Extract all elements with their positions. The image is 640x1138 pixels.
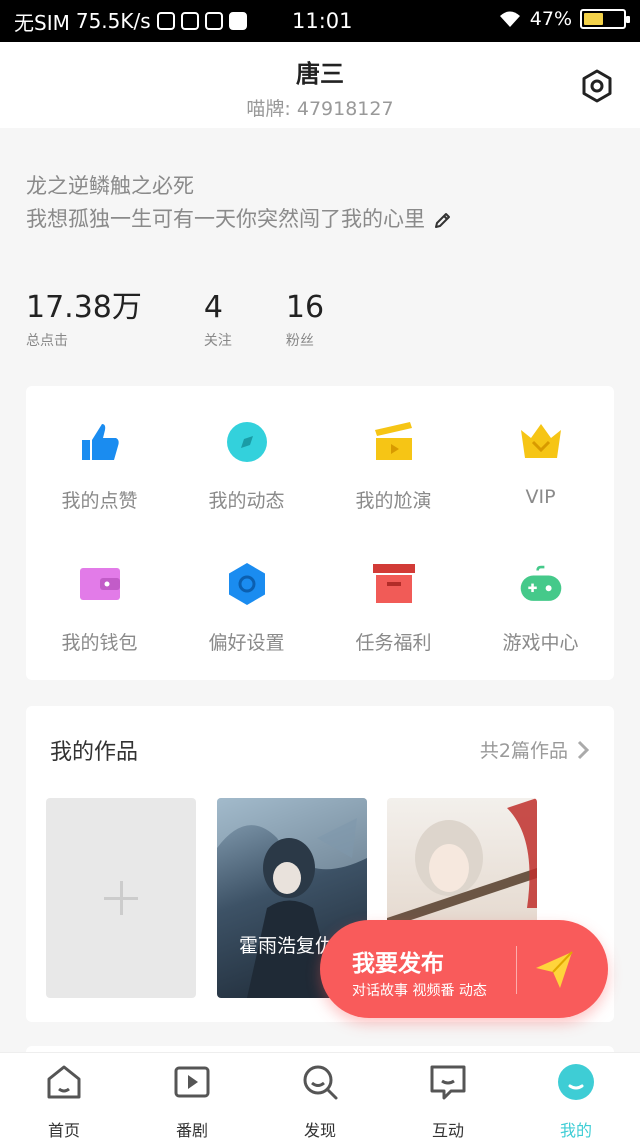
chevron-right-icon (577, 740, 590, 759)
stat-label: 总点击 (26, 333, 68, 349)
wifi-icon (499, 11, 520, 27)
tab-label: 我的 (559, 1121, 592, 1138)
publish-title: 我要发布 (352, 951, 444, 977)
paper-plane-icon (536, 951, 573, 988)
status-bar: 无SIM 75.5K/s 11:01 47% (0, 0, 640, 42)
add-work-button[interactable] (46, 798, 196, 998)
chat-notify-icon (156, 12, 175, 30)
grid-item-preferences[interactable]: 偏好设置 (173, 562, 320, 655)
stat-value: 4 (203, 290, 223, 325)
profile-icon (558, 1064, 594, 1100)
battery-icon (580, 9, 630, 29)
bio-text-2: 我想孤独一生可有一天你突然闯了我的心里 (26, 207, 425, 231)
grid-item-vip[interactable]: VIP (467, 420, 614, 508)
grid-item-tasks[interactable]: 任务福利 (320, 562, 467, 655)
stat-value: 16 (285, 290, 325, 325)
grid-item-label: 我的动态 (208, 490, 285, 512)
tab-label: 首页 (47, 1121, 80, 1138)
tab-home[interactable]: 首页 (0, 1063, 128, 1138)
user-id: 喵牌: 47918127 (246, 98, 394, 120)
network-speed: 75.5K/s (75, 9, 151, 33)
grid-item-label: 游戏中心 (502, 632, 579, 654)
mail-icon (228, 12, 247, 30)
bio-text-1: 龙之逆鳞触之必死 (26, 174, 194, 198)
carrier-text: 无SIM (14, 10, 70, 35)
publish-subtitle: 对话故事 视频番 动态 (352, 983, 487, 999)
thumbs-up-icon (81, 424, 119, 460)
bio-line-2[interactable]: 我想孤独一生可有一天你突然闯了我的心里 (26, 203, 453, 236)
compass-icon (226, 422, 267, 462)
grid-item-performance[interactable]: 我的尬演 (320, 420, 467, 513)
grid-item-moments[interactable]: 我的动态 (173, 420, 320, 513)
tab-series[interactable]: 番剧 (128, 1063, 256, 1138)
tab-label: 番剧 (175, 1121, 208, 1138)
stats-row: 17.38万 总点击 4 关注 16 粉丝 (26, 290, 386, 350)
chat-notify-icon (180, 12, 199, 30)
grid-item-label: 我的点赞 (61, 490, 138, 512)
feature-grid: 我的点赞 我的动态 我的尬演 VIP 我的钱包 偏好设置 任务福利 游戏中心 (26, 386, 614, 680)
tab-discover[interactable]: 发现 (256, 1063, 384, 1138)
grid-item-games[interactable]: 游戏中心 (467, 562, 614, 655)
clapperboard-icon (374, 422, 412, 460)
work-cover-title: 霍雨浩复仇 (239, 935, 335, 957)
chat-icon (430, 1065, 466, 1100)
s-app-icon (204, 12, 223, 30)
clock: 11:01 (292, 9, 353, 33)
user-name: 唐三 (296, 60, 344, 88)
stat-value: 17.38万 (26, 290, 142, 325)
publish-divider (516, 946, 517, 994)
play-icon (174, 1066, 210, 1098)
bottom-tab-bar: 首页 番剧 发现 互动 我的 (0, 1052, 640, 1138)
wallet-icon (79, 568, 120, 600)
stat-fans[interactable]: 16 粉丝 (286, 290, 324, 350)
stat-label: 关注 (203, 333, 232, 349)
pencil-icon[interactable] (433, 210, 453, 230)
tab-mine[interactable]: 我的 (512, 1063, 640, 1138)
grid-item-label: 偏好设置 (208, 632, 285, 654)
gift-box-icon (372, 564, 415, 603)
grid-item-label: 我的尬演 (355, 490, 432, 512)
grid-item-label: 我的钱包 (61, 632, 138, 654)
grid-item-likes[interactable]: 我的点赞 (26, 420, 173, 513)
crown-icon (520, 424, 561, 458)
discover-search-icon (303, 1065, 338, 1100)
hexagon-gear-icon (228, 563, 265, 605)
bio-line-1: 龙之逆鳞触之必死 (26, 170, 453, 203)
works-title: 我的作品 (50, 740, 139, 765)
publish-button[interactable]: 我要发布 对话故事 视频番 动态 (320, 920, 608, 1018)
grid-item-label: VIP (525, 486, 556, 508)
stat-following[interactable]: 4 关注 (204, 290, 232, 350)
works-count: 共2篇作品 (479, 740, 568, 762)
tab-interact[interactable]: 互动 (384, 1063, 512, 1138)
hexagon-settings-icon[interactable] (580, 69, 614, 103)
tab-label: 发现 (303, 1121, 336, 1138)
stat-clicks[interactable]: 17.38万 总点击 (26, 290, 142, 350)
works-count-link[interactable]: 共2篇作品 (480, 736, 590, 763)
bio: 龙之逆鳞触之必死 我想孤独一生可有一天你突然闯了我的心里 (26, 170, 453, 236)
profile-header: 唐三 喵牌: 47918127 (0, 42, 640, 128)
gamepad-icon (520, 565, 561, 601)
grid-item-label: 任务福利 (355, 632, 432, 654)
grid-item-wallet[interactable]: 我的钱包 (26, 562, 173, 655)
stat-label: 粉丝 (285, 333, 314, 349)
tab-label: 互动 (431, 1121, 464, 1138)
battery-percent: 47% (529, 8, 572, 30)
plus-icon (120, 881, 123, 915)
home-icon (47, 1065, 81, 1099)
